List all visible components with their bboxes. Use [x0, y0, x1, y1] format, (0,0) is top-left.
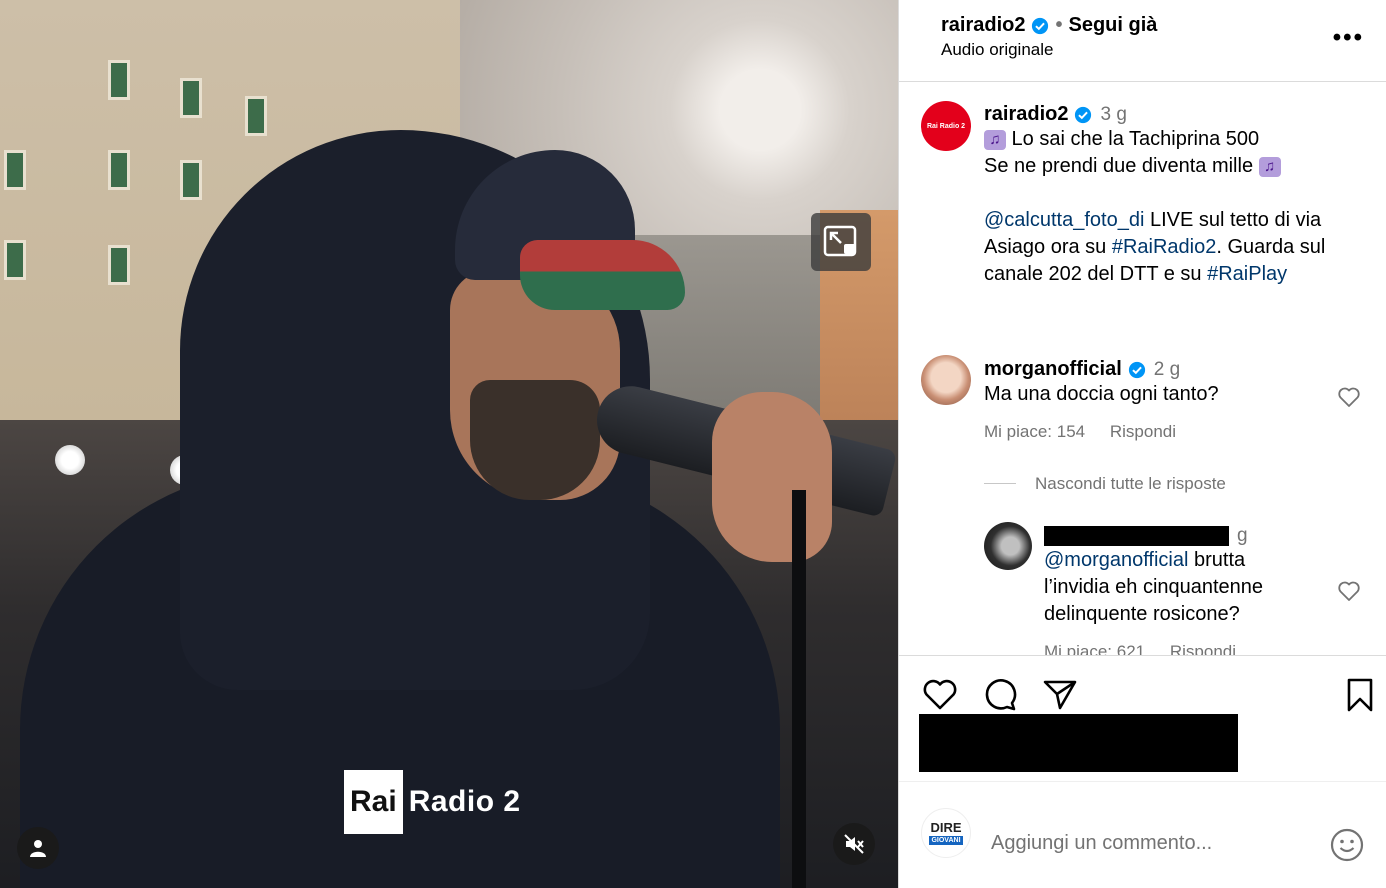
reply-user-row: g [1044, 525, 1334, 547]
caption-line-1: ♫ Lo sai che la Tachiprina 500 [984, 126, 1374, 153]
comment-reply-button[interactable]: Rispondi [1110, 422, 1176, 441]
post-panel: rairadio2 • Segui già Audio originale ••… [898, 0, 1386, 888]
window [108, 245, 130, 285]
avatar-text-top: DIRE [930, 820, 962, 835]
comment-meta: Mi piace: 154 Rispondi [984, 422, 1324, 442]
caption-hashtag-raiplay[interactable]: #RaiPlay [1207, 263, 1287, 285]
window [245, 96, 267, 136]
follow-button[interactable]: Segui già [1069, 14, 1158, 37]
reply-likes[interactable]: Mi piace: 621 [1044, 642, 1145, 655]
stage-light [55, 445, 85, 475]
replies-divider [984, 483, 1016, 484]
window [4, 240, 26, 280]
rai-radio2-logo: Rai Radio 2 [344, 770, 521, 834]
user-tags-button[interactable] [17, 827, 59, 869]
post-viewer: Rai Radio 2 rairadio2 • Segui già Audio … [0, 0, 1386, 888]
verified-badge-icon [1128, 361, 1145, 378]
window [180, 78, 202, 118]
reply-time[interactable]: g [1237, 525, 1248, 547]
caption-text-a: LIVE sul tetto di via [1144, 209, 1322, 231]
music-note-icon: ♫ [984, 129, 1006, 150]
reply-meta: Mi piace: 621 Rispondi [1044, 642, 1334, 655]
caption-line-2: Se ne prendi due diventa mille ♫ [984, 153, 1374, 180]
window [108, 150, 130, 190]
caption-user-row: rairadio2 3 g [984, 103, 1374, 126]
header-username[interactable]: rairadio2 [941, 14, 1025, 37]
reply-mention[interactable]: @morganofficial [1044, 549, 1188, 571]
video-player[interactable]: Rai Radio 2 [0, 0, 898, 888]
current-user-avatar[interactable]: DIRE GIOVANI [921, 808, 971, 858]
separator-dot: • [1055, 14, 1063, 36]
user-icon [30, 840, 46, 857]
caption-avatar[interactable]: Rai Radio 2 [921, 101, 971, 151]
reply-text: @morganofficial brutta l’invidia eh cinq… [1044, 547, 1334, 628]
save-bookmark-icon[interactable] [1341, 676, 1379, 714]
verified-badge-icon [1075, 106, 1092, 123]
window [4, 150, 26, 190]
comment-username[interactable]: morganofficial [984, 358, 1122, 381]
mic-stand [792, 490, 806, 888]
comment: morganofficial 2 g Ma una doccia ogni ta… [984, 358, 1324, 442]
expand-button[interactable] [811, 213, 871, 271]
comment-text: Ma una doccia ogni tanto? [984, 383, 1219, 405]
comment-time[interactable]: 2 g [1154, 359, 1180, 381]
caption-line1-text: Lo sai che la Tachiprina 500 [1006, 128, 1260, 150]
redacted-likes [919, 714, 1238, 772]
avatar-text-bottom: GIOVANI [929, 836, 963, 845]
comment-icon[interactable] [981, 676, 1019, 714]
reply-comment: g @morganofficial brutta l’invidia eh ci… [1044, 525, 1334, 655]
expand-icon [823, 225, 857, 257]
caption-text-d: canale 202 del DTT e su [984, 263, 1208, 285]
window [180, 160, 202, 200]
reply-avatar[interactable] [984, 522, 1032, 570]
like-reply-icon[interactable] [1337, 579, 1361, 603]
redacted-username [1044, 526, 1229, 546]
add-comment-bar: DIRE GIOVANI Aggiungi un commento... [899, 781, 1386, 887]
caption-mention[interactable]: @calcutta_foto_di [984, 209, 1144, 231]
music-note-icon: ♫ [1258, 156, 1281, 177]
caption-text-c: . Guarda sul [1216, 236, 1326, 258]
caption-line-5: canale 202 del DTT e su #RaiPlay [984, 261, 1374, 288]
reply-text-3: delinquente rosicone? [1044, 603, 1240, 625]
post-actions: DIRE GIOVANI Aggiungi un commento... [899, 655, 1386, 887]
avatar-logo-text: Rai Radio 2 [926, 122, 966, 130]
mute-button[interactable] [833, 823, 875, 865]
hide-replies-button[interactable]: Nascondi tutte le risposte [1035, 474, 1226, 494]
muted-speaker-icon [844, 834, 864, 854]
logo-radio: Radio 2 [408, 785, 521, 818]
window [108, 60, 130, 100]
caption-line2-text: Se ne prendi due diventa mille [984, 155, 1259, 177]
comment-likes[interactable]: Mi piace: 154 [984, 422, 1085, 441]
comment-avatar[interactable] [921, 355, 971, 405]
caption-text-b: Asiago ora su [984, 236, 1112, 258]
like-comment-icon[interactable] [1337, 385, 1361, 409]
caption-username[interactable]: rairadio2 [984, 103, 1068, 126]
comments-list[interactable]: Rai Radio 2 rairadio2 3 g ♫ Lo sai che l… [899, 83, 1386, 655]
singer-cap-brim [520, 240, 685, 310]
share-icon[interactable] [1041, 676, 1079, 714]
like-icon[interactable] [921, 676, 959, 714]
singer-beard [470, 380, 600, 500]
reply-text-2: l’invidia eh cinquantenne [1044, 576, 1264, 598]
caption-hashtag-rairadio2[interactable]: #RaiRadio2 [1112, 236, 1217, 258]
audio-label[interactable]: Audio originale [941, 40, 1053, 60]
caption-text: ♫ Lo sai che la Tachiprina 500 Se ne pre… [984, 126, 1374, 288]
more-options-icon[interactable]: ••• [1333, 24, 1364, 52]
comment-user-row: morganofficial 2 g [984, 358, 1324, 381]
caption-line-3: @calcutta_foto_di LIVE sul tetto di via [984, 207, 1374, 234]
caption-line-4: Asiago ora su #RaiRadio2. Guarda sul [984, 234, 1374, 261]
post-header: rairadio2 • Segui già Audio originale ••… [899, 0, 1386, 82]
header-user: rairadio2 • Segui già [941, 14, 1157, 37]
caption-time[interactable]: 3 g [1100, 104, 1126, 126]
singer-hand [712, 392, 832, 562]
logo-rai: Rai [344, 770, 403, 834]
reply-text-1: brutta [1188, 549, 1246, 571]
verified-badge-icon [1032, 17, 1049, 34]
caption: rairadio2 3 g ♫ Lo sai che la Tachiprina… [984, 103, 1374, 288]
reply-reply-button[interactable]: Rispondi [1170, 642, 1236, 655]
emoji-icon[interactable] [1329, 827, 1365, 863]
add-comment-input[interactable]: Aggiungi un commento... [991, 832, 1212, 855]
